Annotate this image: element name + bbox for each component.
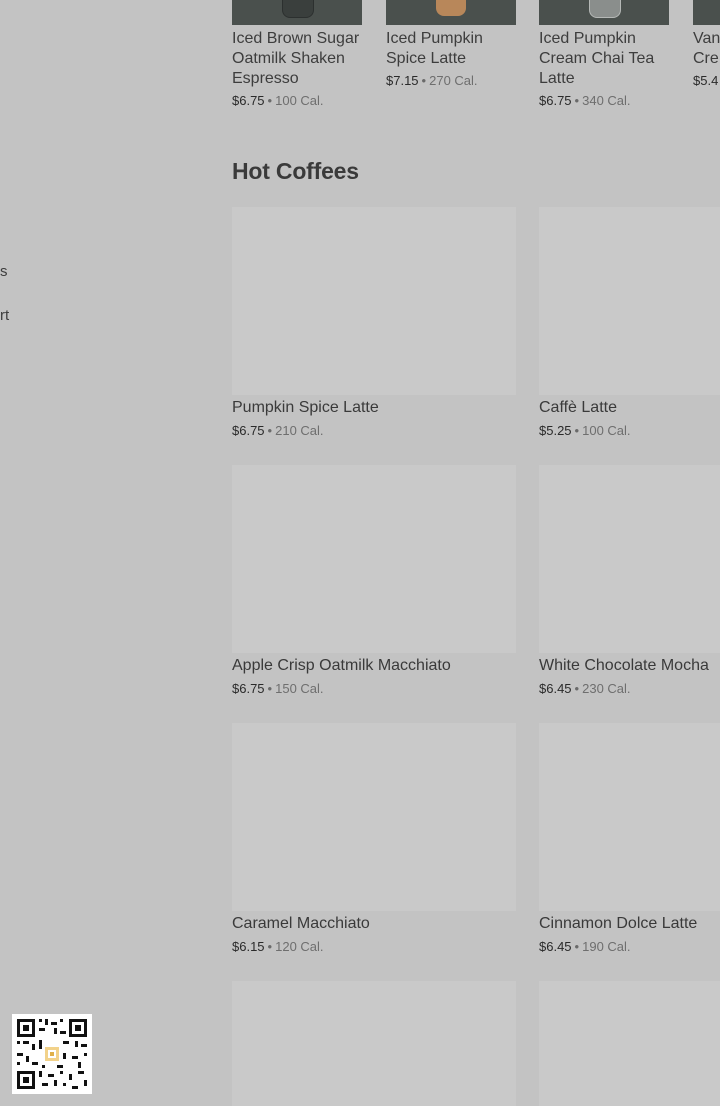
product-price: $6.45 bbox=[539, 939, 572, 954]
product-meta: $5.25 • 100 Cal. bbox=[539, 423, 631, 439]
product-name[interactable]: Caffè Latte bbox=[539, 398, 617, 418]
product-name[interactable]: Van Cre bbox=[693, 29, 720, 69]
product-name[interactable]: Iced Brown Sugar Oatmilk Shaken Espresso bbox=[232, 29, 372, 89]
product-name[interactable]: Apple Crisp Oatmilk Macchiato bbox=[232, 656, 451, 676]
sidebar-item-fragment[interactable]: rt bbox=[0, 307, 9, 324]
meta-separator: • bbox=[574, 681, 580, 696]
product-price: $6.75 bbox=[539, 93, 572, 108]
section-title: Hot Coffees bbox=[232, 158, 359, 184]
product-name[interactable]: Caramel Macchiato bbox=[232, 914, 370, 934]
meta-separator: • bbox=[421, 73, 427, 88]
product-name[interactable]: Cinnamon Dolce Latte bbox=[539, 914, 697, 934]
product-image[interactable] bbox=[232, 207, 516, 395]
product-image[interactable] bbox=[539, 465, 720, 653]
product-price: $5.4 bbox=[693, 73, 719, 88]
meta-separator: • bbox=[267, 681, 273, 696]
product-name-line: Van bbox=[693, 30, 720, 47]
product-image[interactable] bbox=[386, 0, 516, 25]
sidebar-item-fragment[interactable]: s bbox=[0, 263, 8, 280]
product-name[interactable]: Pumpkin Spice Latte bbox=[232, 398, 379, 418]
qr-code-icon bbox=[12, 1014, 92, 1094]
product-price: $6.15 bbox=[232, 939, 265, 954]
product-calories: 270 Cal. bbox=[429, 73, 478, 88]
qr-code-graphic bbox=[12, 1014, 92, 1094]
product-calories: 150 Cal. bbox=[275, 681, 324, 696]
product-name[interactable]: White Chocolate Mocha bbox=[539, 656, 720, 676]
product-calories: 100 Cal. bbox=[582, 423, 631, 438]
product-image[interactable] bbox=[232, 981, 516, 1106]
product-image[interactable] bbox=[539, 0, 669, 25]
product-image[interactable] bbox=[693, 0, 720, 25]
product-meta: $5.4 bbox=[693, 73, 720, 89]
meta-separator: • bbox=[574, 939, 580, 954]
meta-separator: • bbox=[574, 423, 580, 438]
meta-separator: • bbox=[267, 423, 273, 438]
product-name[interactable]: Iced Pumpkin Cream Chai Tea Latte bbox=[539, 29, 679, 89]
product-image[interactable] bbox=[232, 0, 362, 25]
product-meta: $6.75 • 150 Cal. bbox=[232, 681, 324, 697]
product-calories: 100 Cal. bbox=[275, 93, 324, 108]
product-name[interactable]: Iced Pumpkin Spice Latte bbox=[386, 29, 526, 69]
product-image[interactable] bbox=[539, 723, 720, 911]
product-image[interactable] bbox=[232, 465, 516, 653]
meta-separator: • bbox=[267, 939, 273, 954]
product-price: $6.75 bbox=[232, 681, 265, 696]
product-calories: 120 Cal. bbox=[275, 939, 324, 954]
product-meta: $6.45 • 190 Cal. bbox=[539, 939, 631, 955]
meta-separator: • bbox=[574, 93, 580, 108]
product-calories: 190 Cal. bbox=[582, 939, 631, 954]
product-calories: 230 Cal. bbox=[582, 681, 631, 696]
meta-separator: • bbox=[267, 93, 273, 108]
product-price: $6.45 bbox=[539, 681, 572, 696]
product-calories: 210 Cal. bbox=[275, 423, 324, 438]
product-price: $5.25 bbox=[539, 423, 572, 438]
product-meta: $6.75 • 210 Cal. bbox=[232, 423, 324, 439]
product-meta: $6.75 • 340 Cal. bbox=[539, 93, 631, 109]
product-meta: $6.45 • 230 Cal. bbox=[539, 681, 631, 697]
product-meta: $7.15 • 270 Cal. bbox=[386, 73, 478, 89]
product-name-line: Cre bbox=[693, 50, 719, 67]
product-price: $7.15 bbox=[386, 73, 419, 88]
product-image[interactable] bbox=[539, 981, 720, 1106]
product-image[interactable] bbox=[539, 207, 720, 395]
product-calories: 340 Cal. bbox=[582, 93, 631, 108]
product-meta: $6.75 • 100 Cal. bbox=[232, 93, 324, 109]
product-image[interactable] bbox=[232, 723, 516, 911]
product-meta: $6.15 • 120 Cal. bbox=[232, 939, 324, 955]
product-price: $6.75 bbox=[232, 93, 265, 108]
product-price: $6.75 bbox=[232, 423, 265, 438]
